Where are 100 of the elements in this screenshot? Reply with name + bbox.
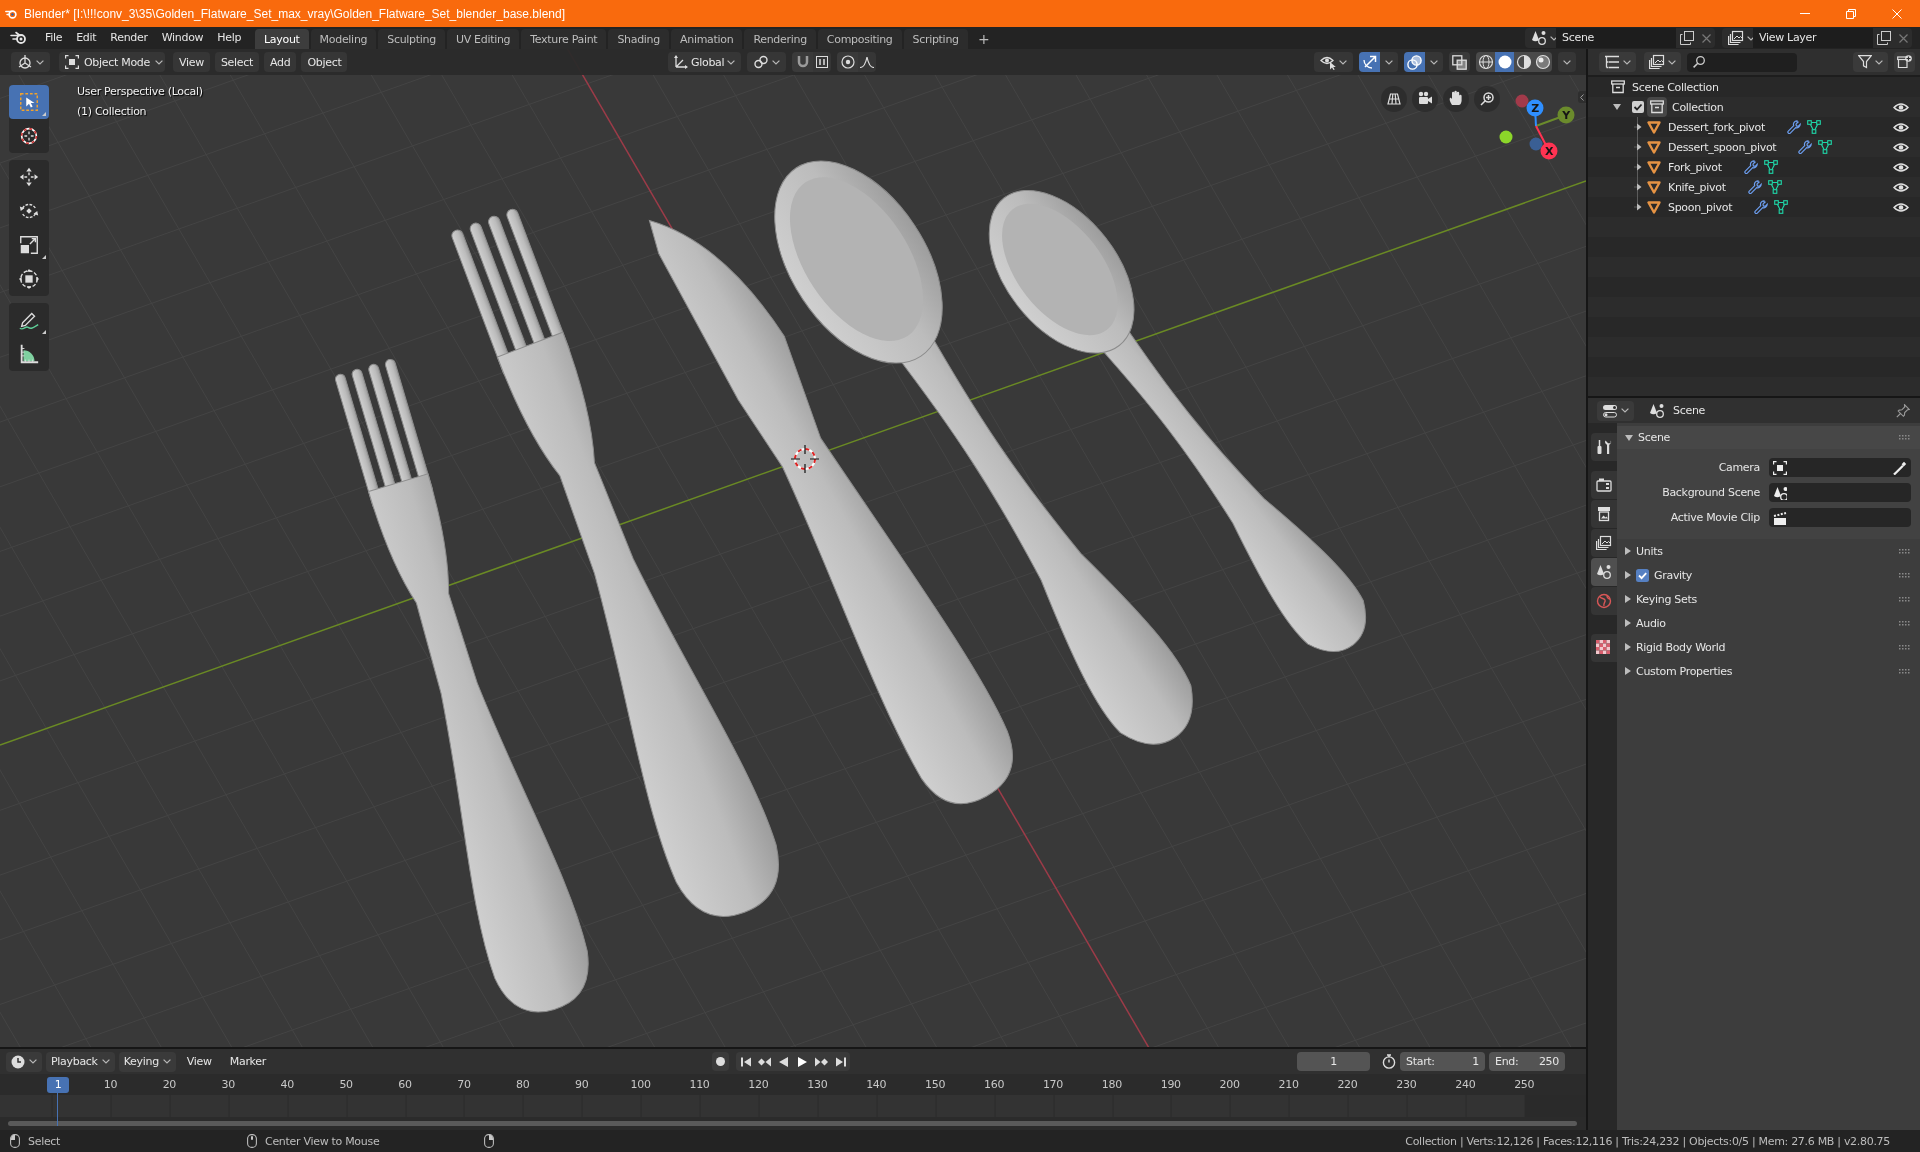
checkbox-checked-icon[interactable] xyxy=(1636,568,1649,582)
wrench-icon[interactable] xyxy=(1747,180,1762,194)
display-mode-dropdown[interactable] xyxy=(1599,52,1636,72)
collapse-triangle-icon[interactable] xyxy=(1634,143,1642,151)
outliner-item[interactable]: Dessert_fork_pivot xyxy=(1668,120,1765,134)
pin-icon[interactable] xyxy=(1896,403,1910,418)
header-menu[interactable]: Keying xyxy=(118,1051,176,1072)
workspace-tab[interactable]: UV Editing xyxy=(446,29,520,49)
expand-triangle-icon[interactable] xyxy=(1625,434,1633,441)
panel-header[interactable]: Scene xyxy=(1617,426,1920,449)
expand-triangle-icon[interactable] xyxy=(1613,104,1621,110)
workspace-tab[interactable]: Scripting xyxy=(903,29,968,49)
header-menu[interactable]: View xyxy=(173,52,210,72)
collapse-triangle-icon[interactable] xyxy=(1625,667,1631,675)
menu-item[interactable]: Edit xyxy=(69,28,104,48)
current-frame-field[interactable]: 1 xyxy=(1297,1052,1370,1071)
properties-tab[interactable] xyxy=(1591,500,1617,528)
collapse-triangle-icon[interactable] xyxy=(1634,163,1642,171)
mesh-data-icon[interactable] xyxy=(1767,180,1782,194)
axis-ball-icon[interactable] xyxy=(1526,99,1544,117)
collapse-triangle-icon[interactable] xyxy=(1634,123,1642,131)
shading-mode-button[interactable] xyxy=(1533,52,1552,72)
outliner-item[interactable]: Fork_pivot xyxy=(1668,160,1722,174)
3d-cursor-icon[interactable] xyxy=(790,444,820,474)
xray-toggle[interactable] xyxy=(1449,52,1470,72)
panel-header[interactable]: Units xyxy=(1617,539,1920,563)
panel-header[interactable]: Audio xyxy=(1617,611,1920,635)
header-menu[interactable]: Marker xyxy=(222,1051,273,1072)
pivot-dropdown[interactable] xyxy=(747,52,787,72)
camera-icon[interactable] xyxy=(1412,86,1438,112)
mesh-data-icon[interactable] xyxy=(1818,140,1833,154)
properties-tab[interactable] xyxy=(1591,634,1617,662)
collapse-triangle-icon[interactable] xyxy=(1625,595,1631,603)
header-menu[interactable]: View xyxy=(179,1051,219,1072)
perspective-grid-icon[interactable] xyxy=(1381,86,1407,112)
drag-handle-icon[interactable] xyxy=(1899,572,1910,578)
editor-type-button[interactable] xyxy=(11,52,50,72)
snap-element-dropdown[interactable] xyxy=(813,52,832,72)
scene-field[interactable] xyxy=(1769,483,1911,502)
menu-item[interactable]: Window xyxy=(154,28,211,48)
scene-browse-button[interactable] xyxy=(1525,28,1556,48)
checkbox-checked-icon[interactable] xyxy=(1632,101,1644,113)
orientation-dropdown[interactable]: Global xyxy=(668,52,742,72)
new-collection-button[interactable] xyxy=(1894,52,1915,72)
outliner-item[interactable]: Knife_pivot xyxy=(1668,180,1726,194)
panel-header[interactable]: Custom Properties xyxy=(1617,659,1920,683)
workspace-tab[interactable]: Modeling xyxy=(310,29,377,49)
clip-field[interactable] xyxy=(1769,508,1911,527)
blender-logo-icon[interactable] xyxy=(10,31,27,45)
view-layer-name-field[interactable]: View Layer xyxy=(1753,28,1873,48)
collapse-triangle-icon[interactable] xyxy=(1625,547,1631,555)
drag-handle-icon[interactable] xyxy=(1899,596,1910,602)
shading-mode-button[interactable] xyxy=(1495,52,1514,72)
shading-mode-button[interactable] xyxy=(1476,52,1495,72)
panel-header[interactable]: Gravity xyxy=(1617,563,1920,587)
overlays-toggle[interactable] xyxy=(1404,52,1425,72)
outliner-item[interactable]: Scene Collection xyxy=(1632,80,1719,94)
collapse-triangle-icon[interactable] xyxy=(1625,619,1631,627)
falloff-dropdown[interactable] xyxy=(858,52,877,72)
mesh-data-icon[interactable] xyxy=(1763,160,1778,174)
collapse-triangle-icon[interactable] xyxy=(1625,571,1631,579)
spoon-model[interactable] xyxy=(988,190,1367,653)
drag-handle-icon[interactable] xyxy=(1899,548,1910,554)
start-frame-field[interactable]: Start: 1 xyxy=(1400,1052,1485,1071)
timeline-scrollbar[interactable] xyxy=(8,1121,1577,1126)
axis-ball-icon[interactable] xyxy=(1540,142,1558,160)
shading-mode-button[interactable] xyxy=(1514,52,1533,72)
panel-header[interactable]: Rigid Body World xyxy=(1617,635,1920,659)
scene-name-field[interactable]: Scene xyxy=(1556,28,1676,48)
header-menu[interactable]: Add xyxy=(264,52,297,72)
header-menu[interactable]: Object xyxy=(301,52,348,72)
zoom-icon[interactable] xyxy=(1474,86,1500,112)
workspace-tab[interactable]: Rendering xyxy=(744,29,816,49)
sidebar-toggle[interactable] xyxy=(1578,91,1586,103)
view-layer-filter-dropdown[interactable] xyxy=(1644,52,1681,72)
wrench-icon[interactable] xyxy=(1754,200,1769,214)
axis-ball-icon[interactable] xyxy=(1529,137,1543,151)
outliner-item[interactable]: Spoon_pivot xyxy=(1668,200,1733,214)
drag-handle-icon[interactable] xyxy=(1899,620,1910,626)
wrench-icon[interactable] xyxy=(1743,160,1758,174)
panel-header[interactable]: Keying Sets xyxy=(1617,587,1920,611)
mesh-data-icon[interactable] xyxy=(1807,120,1821,134)
mode-dropdown[interactable]: Object Mode xyxy=(59,52,165,72)
menu-item[interactable]: File xyxy=(38,28,70,48)
workspace-tab[interactable]: Shading xyxy=(608,29,669,49)
wrench-icon[interactable] xyxy=(1787,120,1801,134)
workspace-tab[interactable]: Texture Paint xyxy=(521,29,607,49)
editor-type-button[interactable] xyxy=(1597,400,1634,421)
duplicate-button[interactable] xyxy=(1873,28,1894,48)
menu-item[interactable]: Help xyxy=(210,28,249,48)
duplicate-button[interactable] xyxy=(1676,28,1697,48)
axis-ball-icon[interactable] xyxy=(1515,94,1529,108)
view-layer-browse-button[interactable] xyxy=(1722,28,1753,48)
header-menu[interactable]: Select xyxy=(214,52,260,72)
properties-tab[interactable] xyxy=(1591,529,1617,557)
record-button[interactable] xyxy=(712,1052,729,1071)
eye-icon[interactable] xyxy=(1893,201,1909,213)
properties-tab[interactable] xyxy=(1591,558,1617,586)
end-frame-field[interactable]: End: 250 xyxy=(1489,1052,1565,1071)
editor-type-button[interactable] xyxy=(6,1051,42,1072)
